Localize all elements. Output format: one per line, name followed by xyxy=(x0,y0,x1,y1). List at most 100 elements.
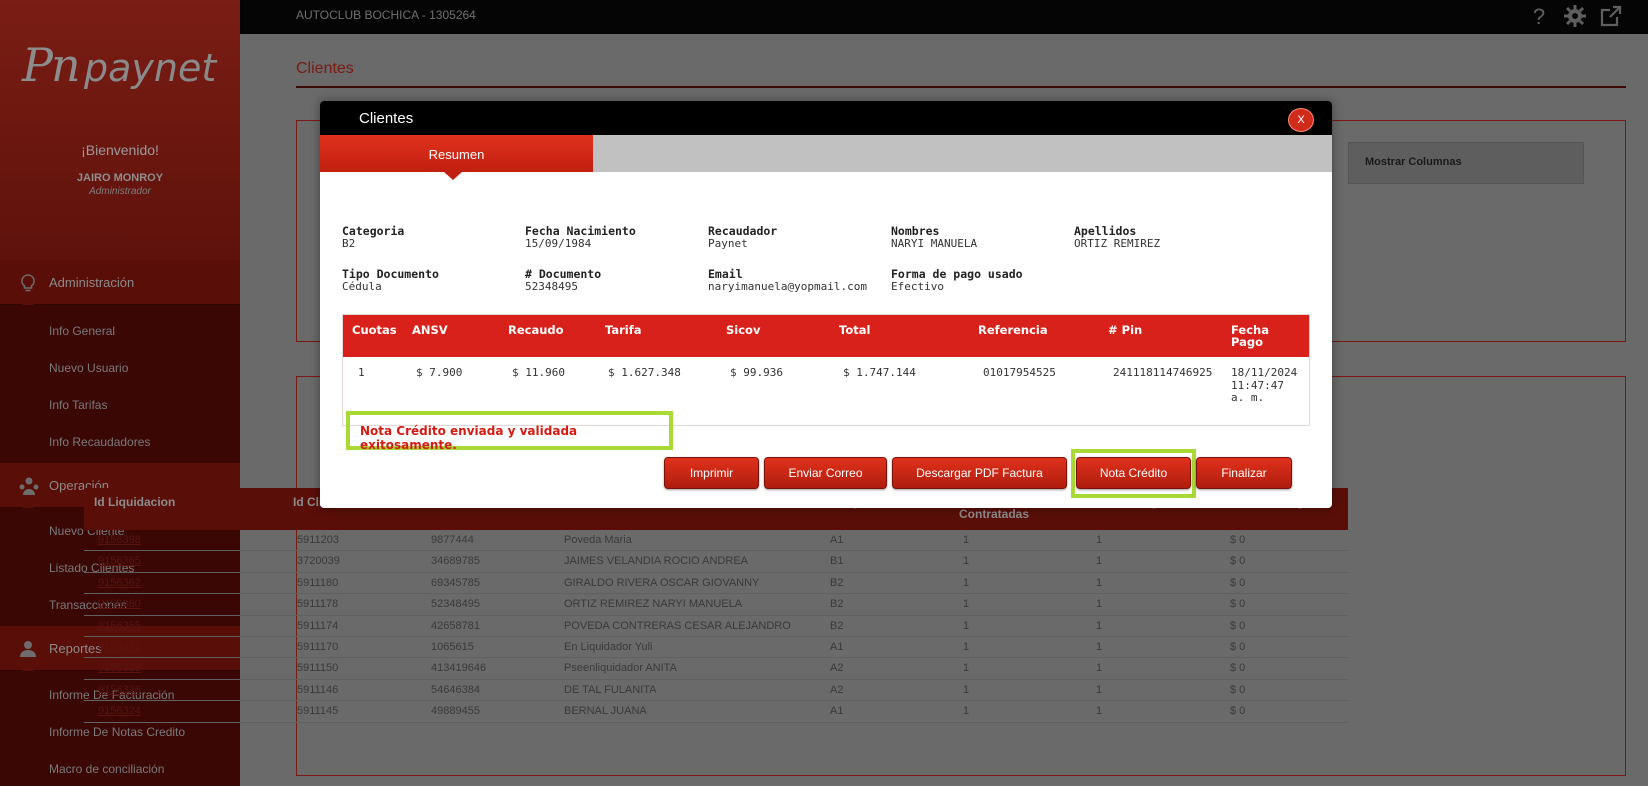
sidebar-item-info-tarifas[interactable]: Info Tarifas xyxy=(49,398,107,412)
table-cell: 69345785 xyxy=(431,576,480,589)
cell-ansv: $ 7.900 xyxy=(416,366,463,379)
show-columns-label: Mostrar Columnas xyxy=(1365,156,1462,168)
table-cell: $ 0 xyxy=(1230,534,1246,546)
clients-table: Id LiquidacionId ClienteDocumentoNombreC… xyxy=(84,488,1348,723)
cell-total: $ 1.747.144 xyxy=(843,366,916,379)
tab-label: Resumen xyxy=(428,147,485,162)
close-modal-button[interactable]: X xyxy=(1288,108,1314,132)
table-cell: En Liquidador Yuli xyxy=(564,640,653,653)
clientes-modal: Clientes X Resumen Categoria B2 Fecha Na… xyxy=(320,101,1332,508)
sidebar-list-administracion: Info General Nuevo Usuario Info Tarifas … xyxy=(0,305,240,463)
payment-table: Cuotas ANSV Recaudo Tarifa Sicov Total R… xyxy=(342,314,1310,426)
table-cell: 1 xyxy=(1096,619,1103,632)
table-cell: 5911174 xyxy=(297,619,339,632)
company-name: AUTOCLUB BOCHICA - 1305264 xyxy=(296,8,476,22)
col-fecha-pago: Fecha Pago xyxy=(1231,323,1269,349)
table-cell: 5911203 xyxy=(297,534,340,546)
table-cell: 1 xyxy=(1096,576,1103,589)
sidebar-item-nuevo-usuario[interactable]: Nuevo Usuario xyxy=(49,361,128,375)
logo-mark: Pn xyxy=(22,38,81,92)
sidebar-item-info-recaudadores[interactable]: Info Recaudadores xyxy=(49,435,150,449)
liquidacion-link[interactable]: 9156362 xyxy=(98,577,141,589)
table-cell: $ 0 xyxy=(1230,705,1246,718)
table-row[interactable]: 9156351 5911170 1065615 En Liquidador Yuli A… xyxy=(84,637,1348,659)
table-row[interactable]: 9156398 5911203 9877444 Poveda Maria A1 1 1 $ 0 xyxy=(84,530,1348,552)
nota-credito-button[interactable]: Nota Crédito xyxy=(1076,457,1191,489)
liquidacion-link[interactable]: 9156365 xyxy=(98,555,141,567)
payment-table-header: Cuotas ANSV Recaudo Tarifa Sicov Total R… xyxy=(343,315,1309,357)
table-cell: A1 xyxy=(830,705,844,718)
table-row[interactable]: 9156324 5911145 49889455 BERNAL JUANA A1 1 1 $ … xyxy=(84,701,1348,723)
col-recaudo: Recaudo xyxy=(508,323,564,337)
table-cell: 1 xyxy=(963,555,970,568)
table-cell: 5911145 xyxy=(297,705,339,718)
sidebar-section-administracion[interactable]: Administración xyxy=(0,260,240,310)
table-cell: Poveda Maria xyxy=(564,534,632,546)
table-cell: 1 xyxy=(1096,662,1103,675)
liquidacion-link[interactable]: 9156398 xyxy=(98,534,141,546)
liquidacion-link[interactable]: 9156326 xyxy=(98,684,141,696)
table-cell: $ 0 xyxy=(1230,598,1246,611)
cell-sicov: $ 99.936 xyxy=(730,366,783,379)
table-cell: 1 xyxy=(963,534,970,546)
finalizar-button[interactable]: Finalizar xyxy=(1196,457,1292,489)
welcome-text: ¡Bienvenido! xyxy=(81,142,159,158)
table-cell: 34689785 xyxy=(431,555,480,568)
liquidacion-link[interactable]: 9156351 xyxy=(98,641,141,653)
table-row[interactable]: 9156362 5911180 69345785 GIRALDO RIVERA OSC… xyxy=(84,573,1348,595)
gear-icon[interactable] xyxy=(1562,4,1588,30)
title-divider xyxy=(296,86,1626,88)
help-icon[interactable]: ? xyxy=(1526,4,1552,30)
table-cell: $ 0 xyxy=(1230,683,1246,696)
field-tipo-documento: Tipo Documento Cédula xyxy=(342,268,522,293)
sidebar-item-info-general[interactable]: Info General xyxy=(49,324,115,338)
table-row[interactable]: 9156360 5911178 52348495 ORTIZ REMIREZ NARY… xyxy=(84,594,1348,616)
table-cell: $ 0 xyxy=(1230,619,1246,632)
table-cell: Pseenliquidador ANITA xyxy=(564,662,677,675)
clients-col-header[interactable]: Id Liquidacion xyxy=(94,496,175,508)
table-cell: 1 xyxy=(1096,705,1103,718)
table-cell: 1 xyxy=(1096,683,1103,696)
field-value: ORTIZ REMIREZ xyxy=(1074,237,1161,250)
table-row[interactable]: 9156326 5911146 54646384 DE TAL FULANITA A2 1… xyxy=(84,680,1348,702)
field-value: Paynet xyxy=(708,237,748,250)
table-cell: BERNAL JUANA xyxy=(564,705,647,718)
table-cell: 1 xyxy=(1096,598,1103,611)
field-value: B2 xyxy=(342,237,356,250)
logout-icon[interactable] xyxy=(1598,4,1624,30)
tab-resumen[interactable]: Resumen xyxy=(320,135,593,180)
table-row[interactable]: 9156365 3720039 34689785 JAIMES VELANDIA RO… xyxy=(84,551,1348,573)
descargar-pdf-button[interactable]: Descargar PDF Factura xyxy=(892,457,1067,489)
liquidacion-link[interactable]: 9156360 xyxy=(98,598,141,610)
cell-tarifa: $ 1.627.348 xyxy=(608,366,681,379)
table-cell: 5911180 xyxy=(297,576,339,589)
field-forma-pago: Forma de pago usado Efectivo xyxy=(891,268,1071,293)
table-cell: GIRALDO RIVERA OSCAR GIOVANNY xyxy=(564,576,760,589)
table-row[interactable]: 9156355 5911174 42658781 POVEDA CONTRERAS C… xyxy=(84,616,1348,637)
table-row[interactable]: 9156329 5911150 413419646 Pseenliquidador A… xyxy=(84,658,1348,680)
table-cell: $ 0 xyxy=(1230,640,1246,653)
sidebar-item-macro-conciliacion[interactable]: Macro de conciliación xyxy=(49,762,164,776)
liquidacion-link[interactable]: 9156329 xyxy=(98,662,141,674)
field-categoria: Categoria B2 xyxy=(342,225,522,250)
imprimir-button[interactable]: Imprimir xyxy=(664,457,759,489)
field-fecha-nacimiento: Fecha Nacimiento 15/09/1984 xyxy=(525,225,705,250)
table-cell: 1 xyxy=(963,640,970,653)
modal-title: Clientes xyxy=(359,110,414,127)
table-cell: DE TAL FULANITA xyxy=(564,683,657,696)
table-cell: 1 xyxy=(1096,534,1103,546)
modal-header: Clientes X xyxy=(320,101,1332,135)
sidebar-item-informe-notas-credito[interactable]: Informe De Notas Credito xyxy=(49,725,185,739)
col-total: Total xyxy=(839,323,871,337)
field-value: naryimanuela@yopmail.com xyxy=(708,280,867,293)
table-cell: 52348495 xyxy=(431,598,480,611)
field-recaudador: Recaudador Paynet xyxy=(708,225,888,250)
lightbulb-icon xyxy=(18,273,38,293)
table-cell: B2 xyxy=(830,576,844,589)
liquidacion-link[interactable]: 9156355 xyxy=(98,620,141,632)
table-cell: 1 xyxy=(963,598,970,611)
liquidacion-link[interactable]: 9156324 xyxy=(98,705,141,717)
enviar-correo-button[interactable]: Enviar Correo xyxy=(764,457,887,489)
show-columns-button[interactable]: Mostrar Columnas xyxy=(1348,142,1584,184)
top-bar: AUTOCLUB BOCHICA - 1305264 ? xyxy=(240,0,1648,34)
